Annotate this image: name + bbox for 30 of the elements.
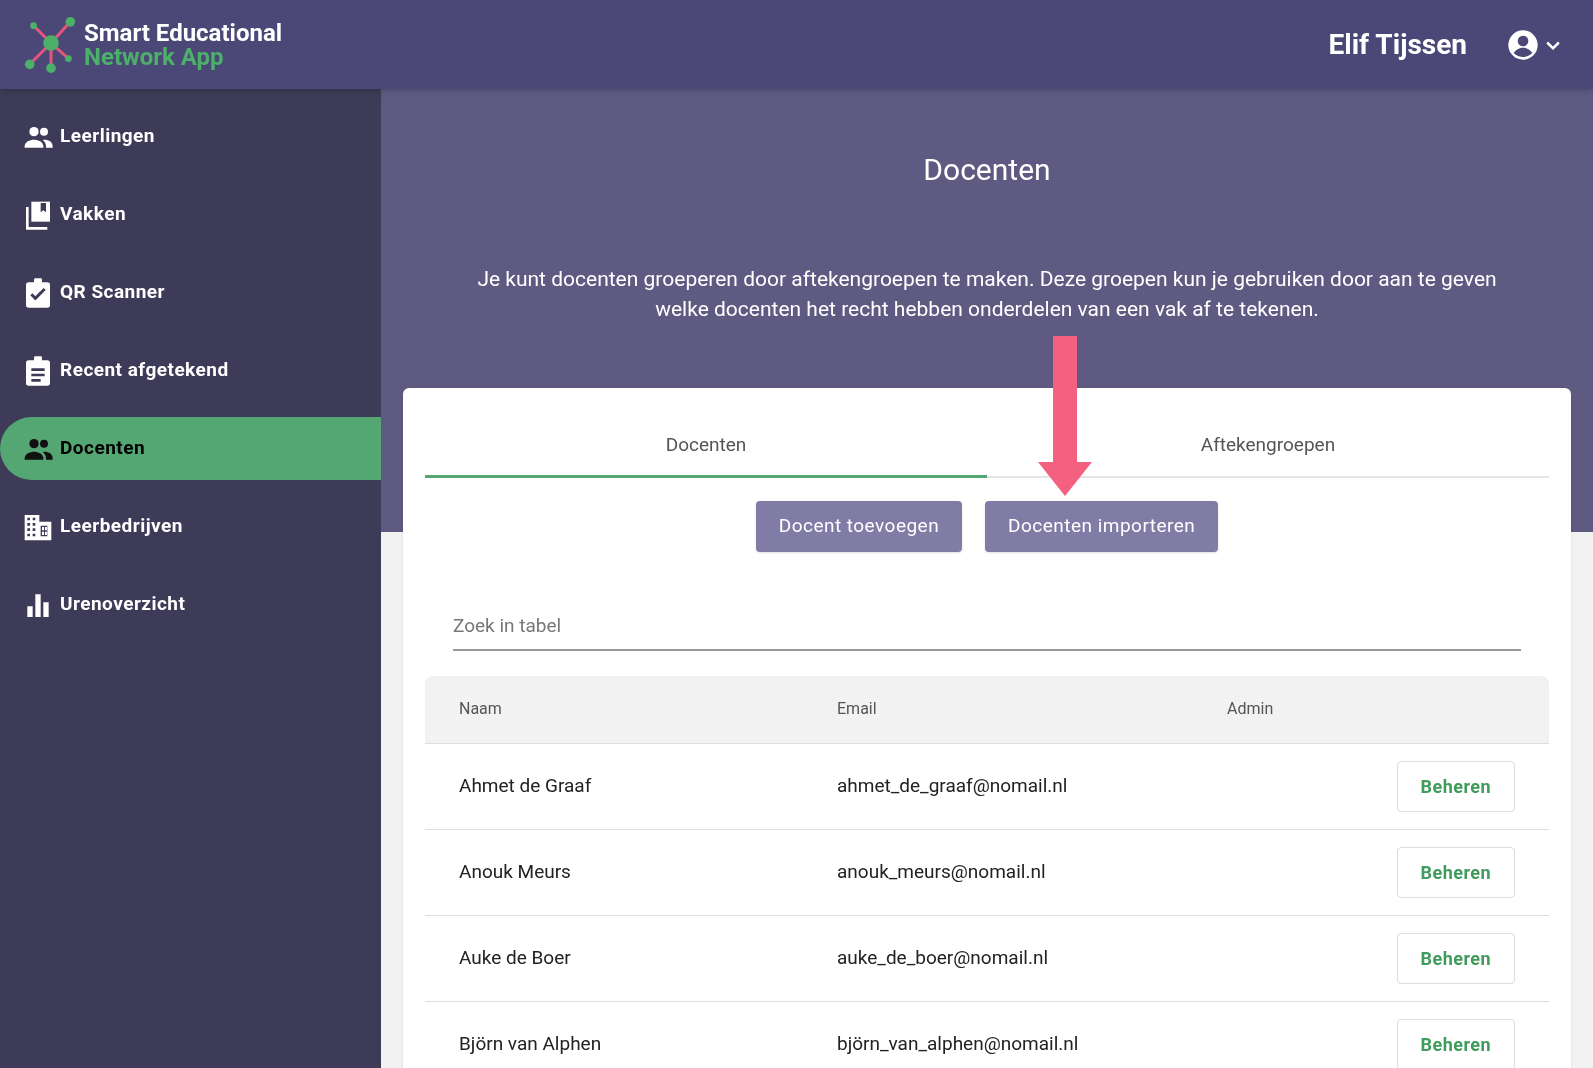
search-field[interactable]: Zoek in tabel	[453, 612, 1521, 651]
action-button[interactable]: Docent toevoegen	[755, 501, 963, 552]
sidebar-item[interactable]: Docenten	[0, 417, 381, 480]
table-cell-text: Björn van Alphen	[459, 1030, 603, 1057]
column-header: Admin	[1227, 698, 1274, 720]
sidebar-item[interactable]: Leerbedrijven	[0, 495, 381, 558]
column-header: Email	[837, 698, 878, 720]
sidebar-item[interactable]: Vakken	[0, 183, 381, 246]
action-button[interactable]: Docenten importeren	[985, 501, 1219, 552]
user-name: Elif Tijssen	[1328, 26, 1467, 63]
table-cell-text: Auke de Boer	[459, 944, 572, 971]
table-cell-text: Ahmet de Graaf	[459, 772, 593, 799]
sidebar-item[interactable]: Leerlingen	[0, 105, 381, 168]
column-header: Naam	[459, 698, 503, 720]
table-cell-text: Anouk Meurs	[459, 858, 572, 885]
table-cell-text: ahmet_de_graaf@nomail.nl	[837, 772, 1069, 799]
sidebar-item[interactable]: Recent afgetekend	[0, 339, 381, 402]
account-icon	[1507, 28, 1539, 61]
tab[interactable]: Aftekengroepen	[987, 416, 1549, 478]
logo-subtitle: Network App	[84, 44, 225, 69]
table-cell-text: anouk_meurs@nomail.nl	[837, 858, 1047, 885]
table-cell-text: björn_van_alphen@nomail.nl	[837, 1030, 1080, 1057]
sidebar-item[interactable]: Urenoverzicht	[0, 573, 381, 636]
tab[interactable]: Docenten	[425, 416, 987, 478]
table-cell-text: auke_de_boer@nomail.nl	[837, 944, 1050, 971]
account-menu-button[interactable]	[1507, 28, 1563, 61]
page-title: Docenten	[923, 151, 1051, 189]
sidebar-item[interactable]: QR Scanner	[0, 261, 381, 324]
logo-title: Smart Educational	[84, 20, 283, 45]
page-description: Je kunt docenten groeperen door aftekengroepen te maken. Deze groepen kun je gebruiken door aan te geven welke docenten het recht hebben onderdelen van een vak af te tekenen.	[477, 266, 1497, 323]
